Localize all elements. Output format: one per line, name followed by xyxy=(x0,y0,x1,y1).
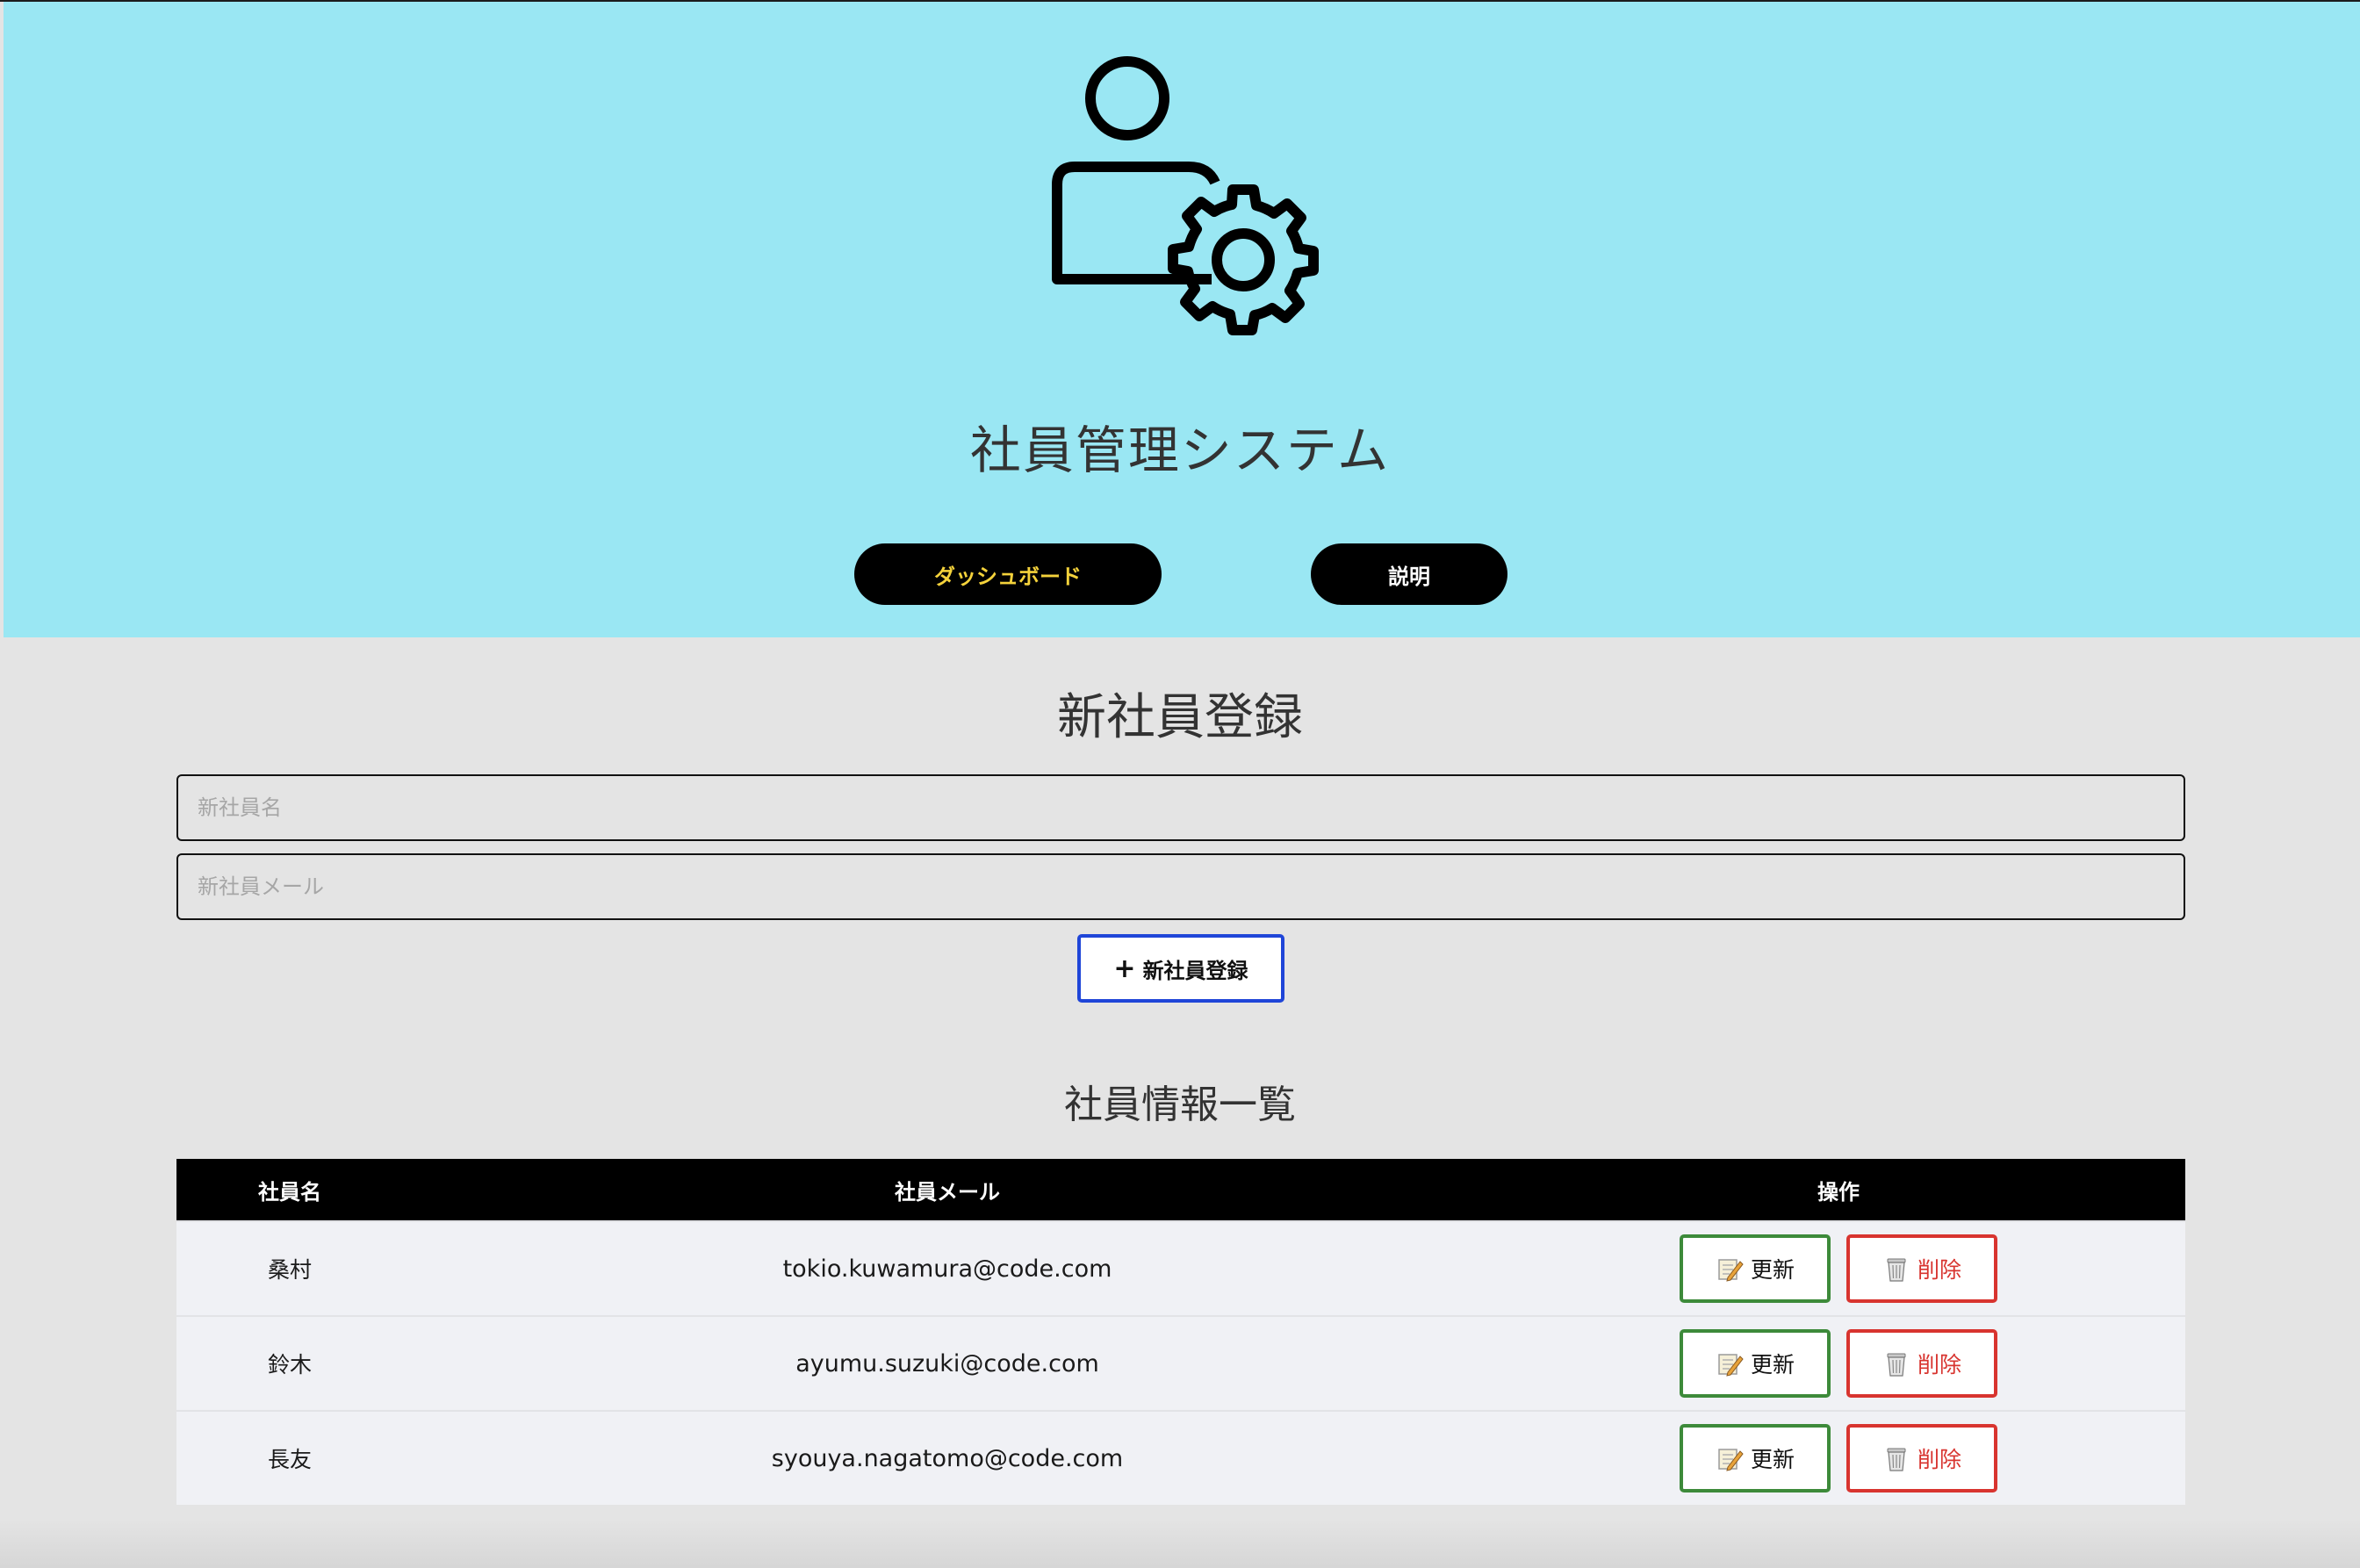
trash-can-icon xyxy=(1887,1353,1906,1377)
delete-button[interactable]: 削除 xyxy=(1846,1424,1997,1492)
delete-label: 削除 xyxy=(1917,1257,1961,1283)
employee-name: 鈴木 xyxy=(267,1352,312,1377)
add-employee-label: 新社員登録 xyxy=(1142,958,1248,983)
delete-button[interactable]: 削除 xyxy=(1846,1234,1997,1303)
list-section-title: 社員情報一覧 xyxy=(1064,1082,1296,1127)
employee-mail: tokio.kuwamura@code.com xyxy=(782,1255,1112,1283)
dashboard-button[interactable]: ダッシュボード xyxy=(854,543,1162,605)
column-header-ops: 操作 xyxy=(1817,1179,1860,1205)
new-employee-mail-input[interactable] xyxy=(176,853,2185,920)
table-row: 長友 syouya.nagatomo@code.com 更新 削除 xyxy=(176,1410,2185,1505)
row-actions: 更新 削除 xyxy=(1492,1222,2185,1315)
delete-label: 削除 xyxy=(1917,1447,1961,1472)
trash-can-icon xyxy=(1887,1258,1906,1282)
memo-pencil-icon xyxy=(1718,1259,1744,1282)
column-header-name: 社員名 xyxy=(258,1179,321,1205)
explain-button[interactable]: 説明 xyxy=(1311,543,1507,605)
employee-mail: ayumu.suzuki@code.com xyxy=(795,1349,1099,1377)
user-gear-icon xyxy=(1052,56,1319,335)
register-section-title: 新社員登録 xyxy=(1057,689,1303,746)
bottom-shade xyxy=(0,1519,2360,1568)
update-label: 更新 xyxy=(1750,1447,1795,1472)
delete-button[interactable]: 削除 xyxy=(1846,1329,1997,1398)
table-header: 社員名 社員メール 操作 xyxy=(176,1159,2185,1220)
employee-table: 社員名 社員メール 操作 桑村 tokio.kuwamura@code.com … xyxy=(176,1159,2185,1505)
update-label: 更新 xyxy=(1750,1257,1795,1283)
table-row: 鈴木 ayumu.suzuki@code.com 更新 削除 xyxy=(176,1315,2185,1410)
memo-pencil-icon xyxy=(1718,1449,1744,1471)
column-header-mail: 社員メール xyxy=(895,1179,1000,1205)
memo-pencil-icon xyxy=(1718,1354,1744,1377)
new-employee-name-input[interactable] xyxy=(176,774,2185,841)
update-label: 更新 xyxy=(1750,1352,1795,1377)
delete-label: 削除 xyxy=(1917,1352,1961,1377)
row-actions: 更新 削除 xyxy=(1492,1412,2185,1505)
employee-name: 長友 xyxy=(267,1447,312,1472)
row-actions: 更新 削除 xyxy=(1492,1317,2185,1410)
trash-can-icon xyxy=(1887,1448,1906,1471)
table-row: 桑村 tokio.kuwamura@code.com 更新 削除 xyxy=(176,1220,2185,1315)
employee-mail: syouya.nagatomo@code.com xyxy=(771,1444,1124,1472)
update-button[interactable]: 更新 xyxy=(1680,1424,1831,1492)
update-button[interactable]: 更新 xyxy=(1680,1234,1831,1303)
employee-name: 桑村 xyxy=(267,1257,312,1283)
update-button[interactable]: 更新 xyxy=(1680,1329,1831,1398)
plus-icon: + xyxy=(1113,953,1136,984)
add-employee-button[interactable]: + 新社員登録 xyxy=(1077,934,1284,1003)
app-title: 社員管理システム xyxy=(969,421,1391,480)
